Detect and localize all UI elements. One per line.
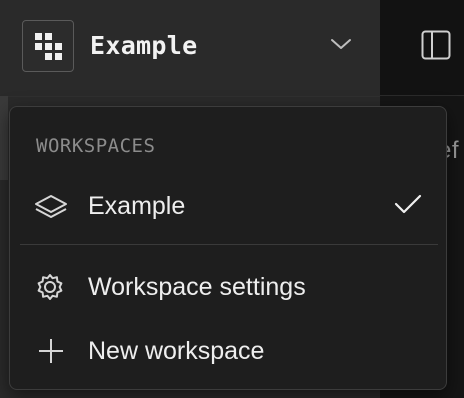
- menu-divider: [20, 244, 438, 245]
- layers-icon: [34, 192, 68, 220]
- workspace-item-example[interactable]: Example: [10, 178, 446, 234]
- workspace-menu: WORKSPACES Example Workspace settings Ne…: [9, 106, 447, 390]
- plus-icon: [34, 337, 68, 365]
- workspace-settings-item[interactable]: Workspace settings: [10, 259, 446, 315]
- sidebar-edge-strip: [0, 96, 8, 180]
- sidebar-panel-icon[interactable]: [421, 30, 451, 65]
- new-workspace-label: New workspace: [88, 337, 265, 365]
- gear-icon: [34, 273, 68, 301]
- app-window: ef Example WORKSPACES Example Workspace …: [0, 0, 464, 398]
- workspace-settings-label: Workspace settings: [88, 273, 306, 301]
- sidebar-divider: [0, 96, 380, 97]
- menu-heading: WORKSPACES: [36, 135, 156, 157]
- chevron-down-icon: [330, 37, 352, 56]
- new-workspace-item[interactable]: New workspace: [10, 323, 446, 379]
- grid-logo-icon: [22, 20, 74, 72]
- check-icon: [394, 193, 422, 220]
- workspace-switcher[interactable]: Example: [0, 0, 380, 96]
- workspace-name: Example: [90, 31, 198, 60]
- workspace-item-label: Example: [88, 192, 186, 220]
